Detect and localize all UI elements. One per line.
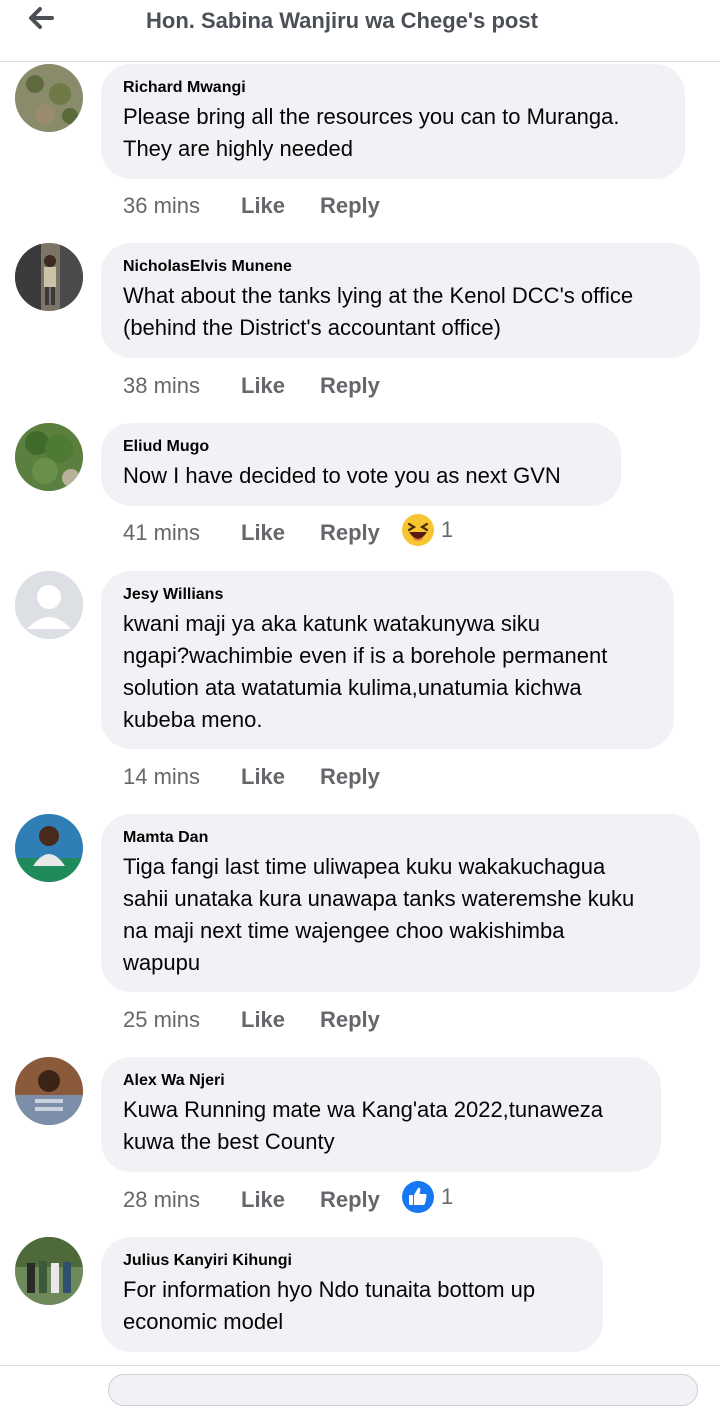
avatar[interactable] bbox=[15, 1057, 83, 1125]
comment-text: What about the tanks lying at the Kenol … bbox=[123, 283, 634, 340]
comment-author[interactable]: Julius Kanyiri Kihungi bbox=[123, 1251, 581, 1271]
comment-time: 36 mins bbox=[123, 193, 201, 218]
comment-text: Now I have decided to vote you as next G… bbox=[123, 463, 561, 488]
comment-bubble: Richard Mwangi Please bring all the reso… bbox=[101, 64, 685, 179]
reaction-count: 1 bbox=[441, 517, 454, 542]
avatar[interactable] bbox=[15, 1237, 83, 1305]
reply-button[interactable]: Reply bbox=[320, 1187, 380, 1213]
like-button[interactable]: Like bbox=[241, 1007, 320, 1033]
reaction-summary[interactable]: 1 bbox=[401, 513, 453, 547]
comment-time: 25 mins bbox=[123, 1007, 201, 1032]
avatar[interactable] bbox=[15, 571, 83, 639]
comment-author[interactable]: Mamta Dan bbox=[123, 828, 678, 848]
comment-author[interactable]: Eliud Mugo bbox=[123, 437, 599, 457]
comment-actions: 41 mins Like Reply bbox=[123, 518, 380, 548]
comment-time: 41 mins bbox=[123, 520, 201, 545]
laughing-emoji-icon bbox=[402, 514, 434, 546]
comment-bubble: Mamta Dan Tiga fangi last time uliwapea … bbox=[101, 814, 700, 992]
comment-text: Tiga fangi last time uliwapea kuku wakak… bbox=[123, 854, 635, 975]
comment-actions: 14 mins Like Reply bbox=[123, 762, 380, 792]
reply-button[interactable]: Reply bbox=[320, 193, 380, 219]
comment-author[interactable]: Alex Wa Njeri bbox=[123, 1071, 639, 1091]
like-button[interactable]: Like bbox=[241, 193, 320, 219]
thumbs-up-icon bbox=[402, 1181, 434, 1213]
comment-text: kwani maji ya aka katunk watakunywa siku… bbox=[123, 611, 608, 732]
comment-author[interactable]: Richard Mwangi bbox=[123, 78, 663, 98]
comment-actions: 28 mins Like Reply bbox=[123, 1185, 380, 1215]
post-title: Hon. Sabina Wanjiru wa Chege's post bbox=[146, 8, 538, 33]
comment-bubble: Alex Wa Njeri Kuwa Running mate wa Kang'… bbox=[101, 1057, 661, 1172]
like-button[interactable]: Like bbox=[241, 764, 320, 790]
avatar[interactable] bbox=[15, 64, 83, 132]
avatar[interactable] bbox=[15, 814, 83, 882]
comment-author[interactable]: Jesy Willians bbox=[123, 585, 652, 605]
comment-actions: 38 mins Like Reply bbox=[123, 371, 380, 401]
back-button[interactable] bbox=[22, 2, 62, 36]
comment-text: Please bring all the resources you can t… bbox=[123, 104, 620, 161]
avatar[interactable] bbox=[15, 423, 83, 491]
comment-bubble: Eliud Mugo Now I have decided to vote yo… bbox=[101, 423, 621, 506]
reply-button[interactable]: Reply bbox=[320, 373, 380, 399]
like-button[interactable]: Like bbox=[241, 373, 320, 399]
reply-button[interactable]: Reply bbox=[320, 764, 380, 790]
reply-button[interactable]: Reply bbox=[320, 1007, 380, 1033]
comment-text: Kuwa Running mate wa Kang'ata 2022,tunaw… bbox=[123, 1097, 603, 1154]
comment-bubble: Julius Kanyiri Kihungi For information h… bbox=[101, 1237, 603, 1352]
comment-time: 38 mins bbox=[123, 373, 201, 398]
comment-input[interactable] bbox=[108, 1374, 698, 1406]
comment-author[interactable]: NicholasElvis Munene bbox=[123, 257, 678, 277]
reaction-summary[interactable]: 1 bbox=[401, 1180, 453, 1214]
comment-bubble: NicholasElvis Munene What about the tank… bbox=[101, 243, 700, 358]
back-arrow-icon bbox=[29, 7, 54, 29]
comment-bubble: Jesy Willians kwani maji ya aka katunk w… bbox=[101, 571, 674, 749]
top-bar: Hon. Sabina Wanjiru wa Chege's post bbox=[0, 0, 720, 62]
like-button[interactable]: Like bbox=[241, 520, 320, 546]
comment-actions: 25 mins Like Reply bbox=[123, 1005, 380, 1035]
avatar[interactable] bbox=[15, 243, 83, 311]
like-button[interactable]: Like bbox=[241, 1187, 320, 1213]
reply-button[interactable]: Reply bbox=[320, 520, 380, 546]
comment-time: 28 mins bbox=[123, 1187, 201, 1212]
comment-actions: 36 mins Like Reply bbox=[123, 191, 380, 221]
reaction-count: 1 bbox=[441, 1184, 454, 1209]
comment-time: 14 mins bbox=[123, 764, 201, 789]
comment-text: For information hyo Ndo tunaita bottom u… bbox=[123, 1277, 536, 1334]
